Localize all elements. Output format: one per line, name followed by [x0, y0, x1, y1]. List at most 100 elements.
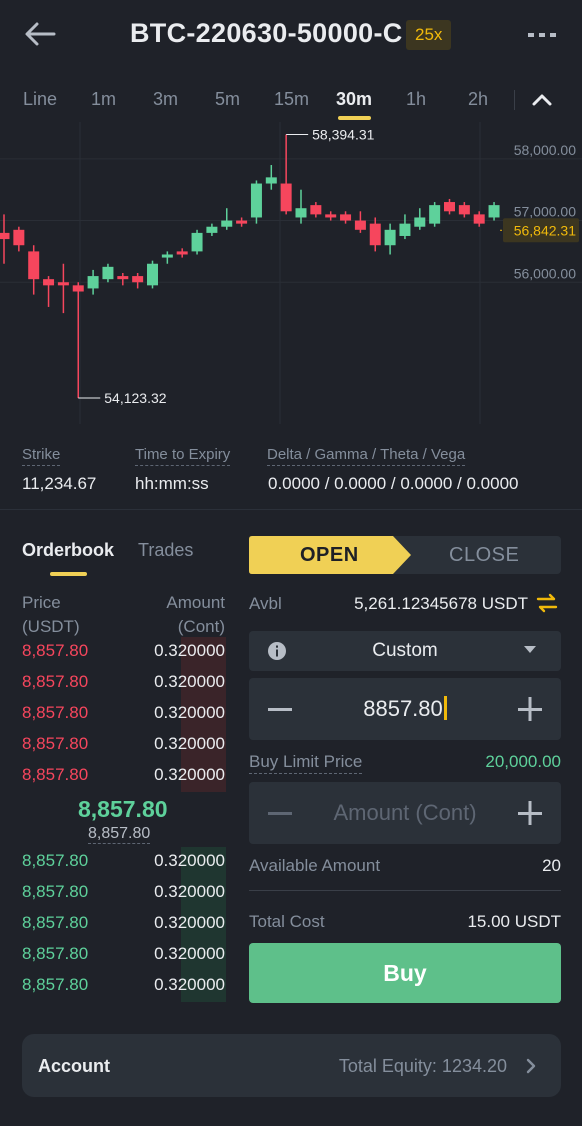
available-amount-value: 20 — [542, 856, 561, 875]
ask-row[interactable]: 8,857.80 0.320000 — [0, 761, 226, 792]
bid-row[interactable]: 8,857.80 0.320000 — [0, 878, 226, 909]
candle-body — [458, 205, 470, 215]
amount-header-line1: Amount — [166, 593, 225, 612]
candle-body — [0, 232, 10, 240]
interval-5m[interactable]: 5m — [215, 89, 240, 110]
amount-input[interactable]: Amount (Cont) — [309, 800, 501, 826]
candle-body — [191, 232, 203, 252]
interval-1m[interactable]: 1m — [91, 89, 116, 110]
back-arrow-icon[interactable] — [22, 18, 58, 50]
candle-body — [72, 285, 84, 292]
active-interval-indicator — [338, 116, 371, 120]
total-equity: Total Equity: 1234.20 — [338, 1056, 507, 1076]
account-bar[interactable]: Account Total Equity: 1234.20 — [22, 1034, 561, 1097]
account-label: Account — [38, 1056, 110, 1076]
plus-icon[interactable] — [515, 798, 545, 828]
candle-body — [13, 229, 25, 246]
candle-body — [444, 202, 455, 212]
bid-row[interactable]: 8,857.80 0.320000 — [0, 847, 226, 878]
interval-1h[interactable]: 1h — [406, 89, 426, 110]
leverage-badge[interactable]: 25x — [406, 20, 452, 50]
interval-2h[interactable]: 2h — [468, 89, 488, 110]
ask-price: 8,857.80 — [22, 765, 89, 784]
candle-body — [265, 177, 277, 184]
chart-grid — [0, 122, 582, 424]
open-close-toggle: CLOSE OPEN — [249, 536, 561, 574]
candle-body — [102, 266, 114, 280]
last-price-label: 56,842.31 — [514, 222, 576, 238]
price-input[interactable]: 8857.80 — [309, 696, 501, 722]
candle-body — [354, 220, 366, 230]
ask-amount: 0.320000 — [154, 641, 225, 660]
chevron-up-icon[interactable] — [530, 90, 554, 110]
ask-amount: 0.320000 — [154, 734, 225, 753]
text-cursor — [443, 696, 447, 720]
last-trade-price[interactable]: 8,857.80 — [78, 796, 168, 823]
mark-price[interactable]: 8,857.80 — [88, 825, 151, 844]
amount-header-line2: (Cont) — [177, 617, 225, 636]
bid-amount: 0.320000 — [154, 944, 225, 963]
form-divider — [249, 890, 561, 891]
option-info: Strike 11,234.67 Time to Expiry hh:mm:ss… — [0, 436, 582, 506]
candle-body — [340, 214, 352, 221]
more-dots-icon[interactable] — [526, 26, 558, 44]
candle-body — [414, 217, 426, 227]
avbl-value: 5,261.12345678 USDT — [354, 594, 528, 613]
active-tab-indicator — [50, 572, 87, 576]
avbl-label: Avbl — [249, 594, 282, 613]
greeks-value: 0.0000 / 0.0000 / 0.0000 / 0.0000 — [268, 474, 519, 493]
ask-price: 8,857.80 — [22, 734, 89, 753]
interval-30m[interactable]: 30m — [336, 89, 372, 110]
plus-icon[interactable] — [515, 694, 545, 724]
candle-body — [117, 276, 129, 280]
candle-body — [206, 226, 218, 233]
ask-row[interactable]: 8,857.80 0.320000 — [0, 637, 226, 668]
ask-amount: 0.320000 — [154, 765, 225, 784]
transfer-icon[interactable] — [536, 593, 558, 613]
bid-amount: 0.320000 — [154, 851, 225, 870]
minus-icon[interactable] — [265, 798, 295, 828]
candle-body — [57, 282, 69, 286]
price-input-value: 8857.80 — [363, 696, 443, 721]
ask-row[interactable]: 8,857.80 0.320000 — [0, 730, 226, 761]
candle-body — [87, 276, 99, 289]
bid-row[interactable]: 8,857.80 0.320000 — [0, 909, 226, 940]
strike-label[interactable]: Strike — [22, 446, 61, 466]
limit-price-label[interactable]: Buy Limit Price — [249, 752, 363, 774]
candle-body — [310, 205, 322, 215]
ask-row[interactable]: 8,857.80 0.320000 — [0, 668, 226, 699]
chart-candles — [0, 134, 500, 399]
chart-canvas: 58,394.31 54,123.32 58,000.00 57,000.00 … — [0, 122, 582, 424]
minus-icon[interactable] — [265, 694, 295, 724]
bid-amount: 0.320000 — [154, 882, 225, 901]
order-type-select[interactable]: Custom — [249, 631, 561, 671]
candle-body — [43, 279, 55, 286]
contract-title: BTC-220630-50000-C — [130, 18, 403, 48]
candle-body — [28, 251, 40, 280]
bid-price: 8,857.80 — [22, 944, 89, 963]
candle-body — [176, 251, 188, 255]
amount-input-box: Amount (Cont) — [249, 782, 561, 844]
interval-15m[interactable]: 15m — [274, 89, 309, 110]
candle-body — [384, 229, 396, 246]
candle-body — [429, 205, 441, 224]
greeks-label[interactable]: Delta / Gamma / Theta / Vega — [267, 446, 466, 466]
limit-price-value: 20,000.00 — [485, 752, 561, 771]
header-bar: BTC-220630-50000-C 25x — [0, 0, 582, 70]
tab-orderbook[interactable]: Orderbook — [22, 540, 114, 561]
tab-trades[interactable]: Trades — [138, 540, 193, 561]
bid-row[interactable]: 8,857.80 0.320000 — [0, 940, 226, 971]
open-tab[interactable]: OPEN — [249, 536, 411, 574]
buy-button[interactable]: Buy — [249, 943, 561, 1003]
bid-row[interactable]: 8,857.80 0.320000 — [0, 971, 226, 1002]
section-divider — [0, 509, 582, 510]
ask-row[interactable]: 8,857.80 0.320000 — [0, 699, 226, 730]
ask-price: 8,857.80 — [22, 672, 89, 691]
expiry-label[interactable]: Time to Expiry — [135, 446, 231, 466]
candle-body — [473, 214, 485, 224]
interval-line[interactable]: Line — [23, 89, 57, 110]
ask-price: 8,857.80 — [22, 703, 89, 722]
candle-body — [280, 183, 292, 212]
candlestick-chart[interactable]: 58,394.31 54,123.32 58,000.00 57,000.00 … — [0, 122, 582, 424]
interval-3m[interactable]: 3m — [153, 89, 178, 110]
